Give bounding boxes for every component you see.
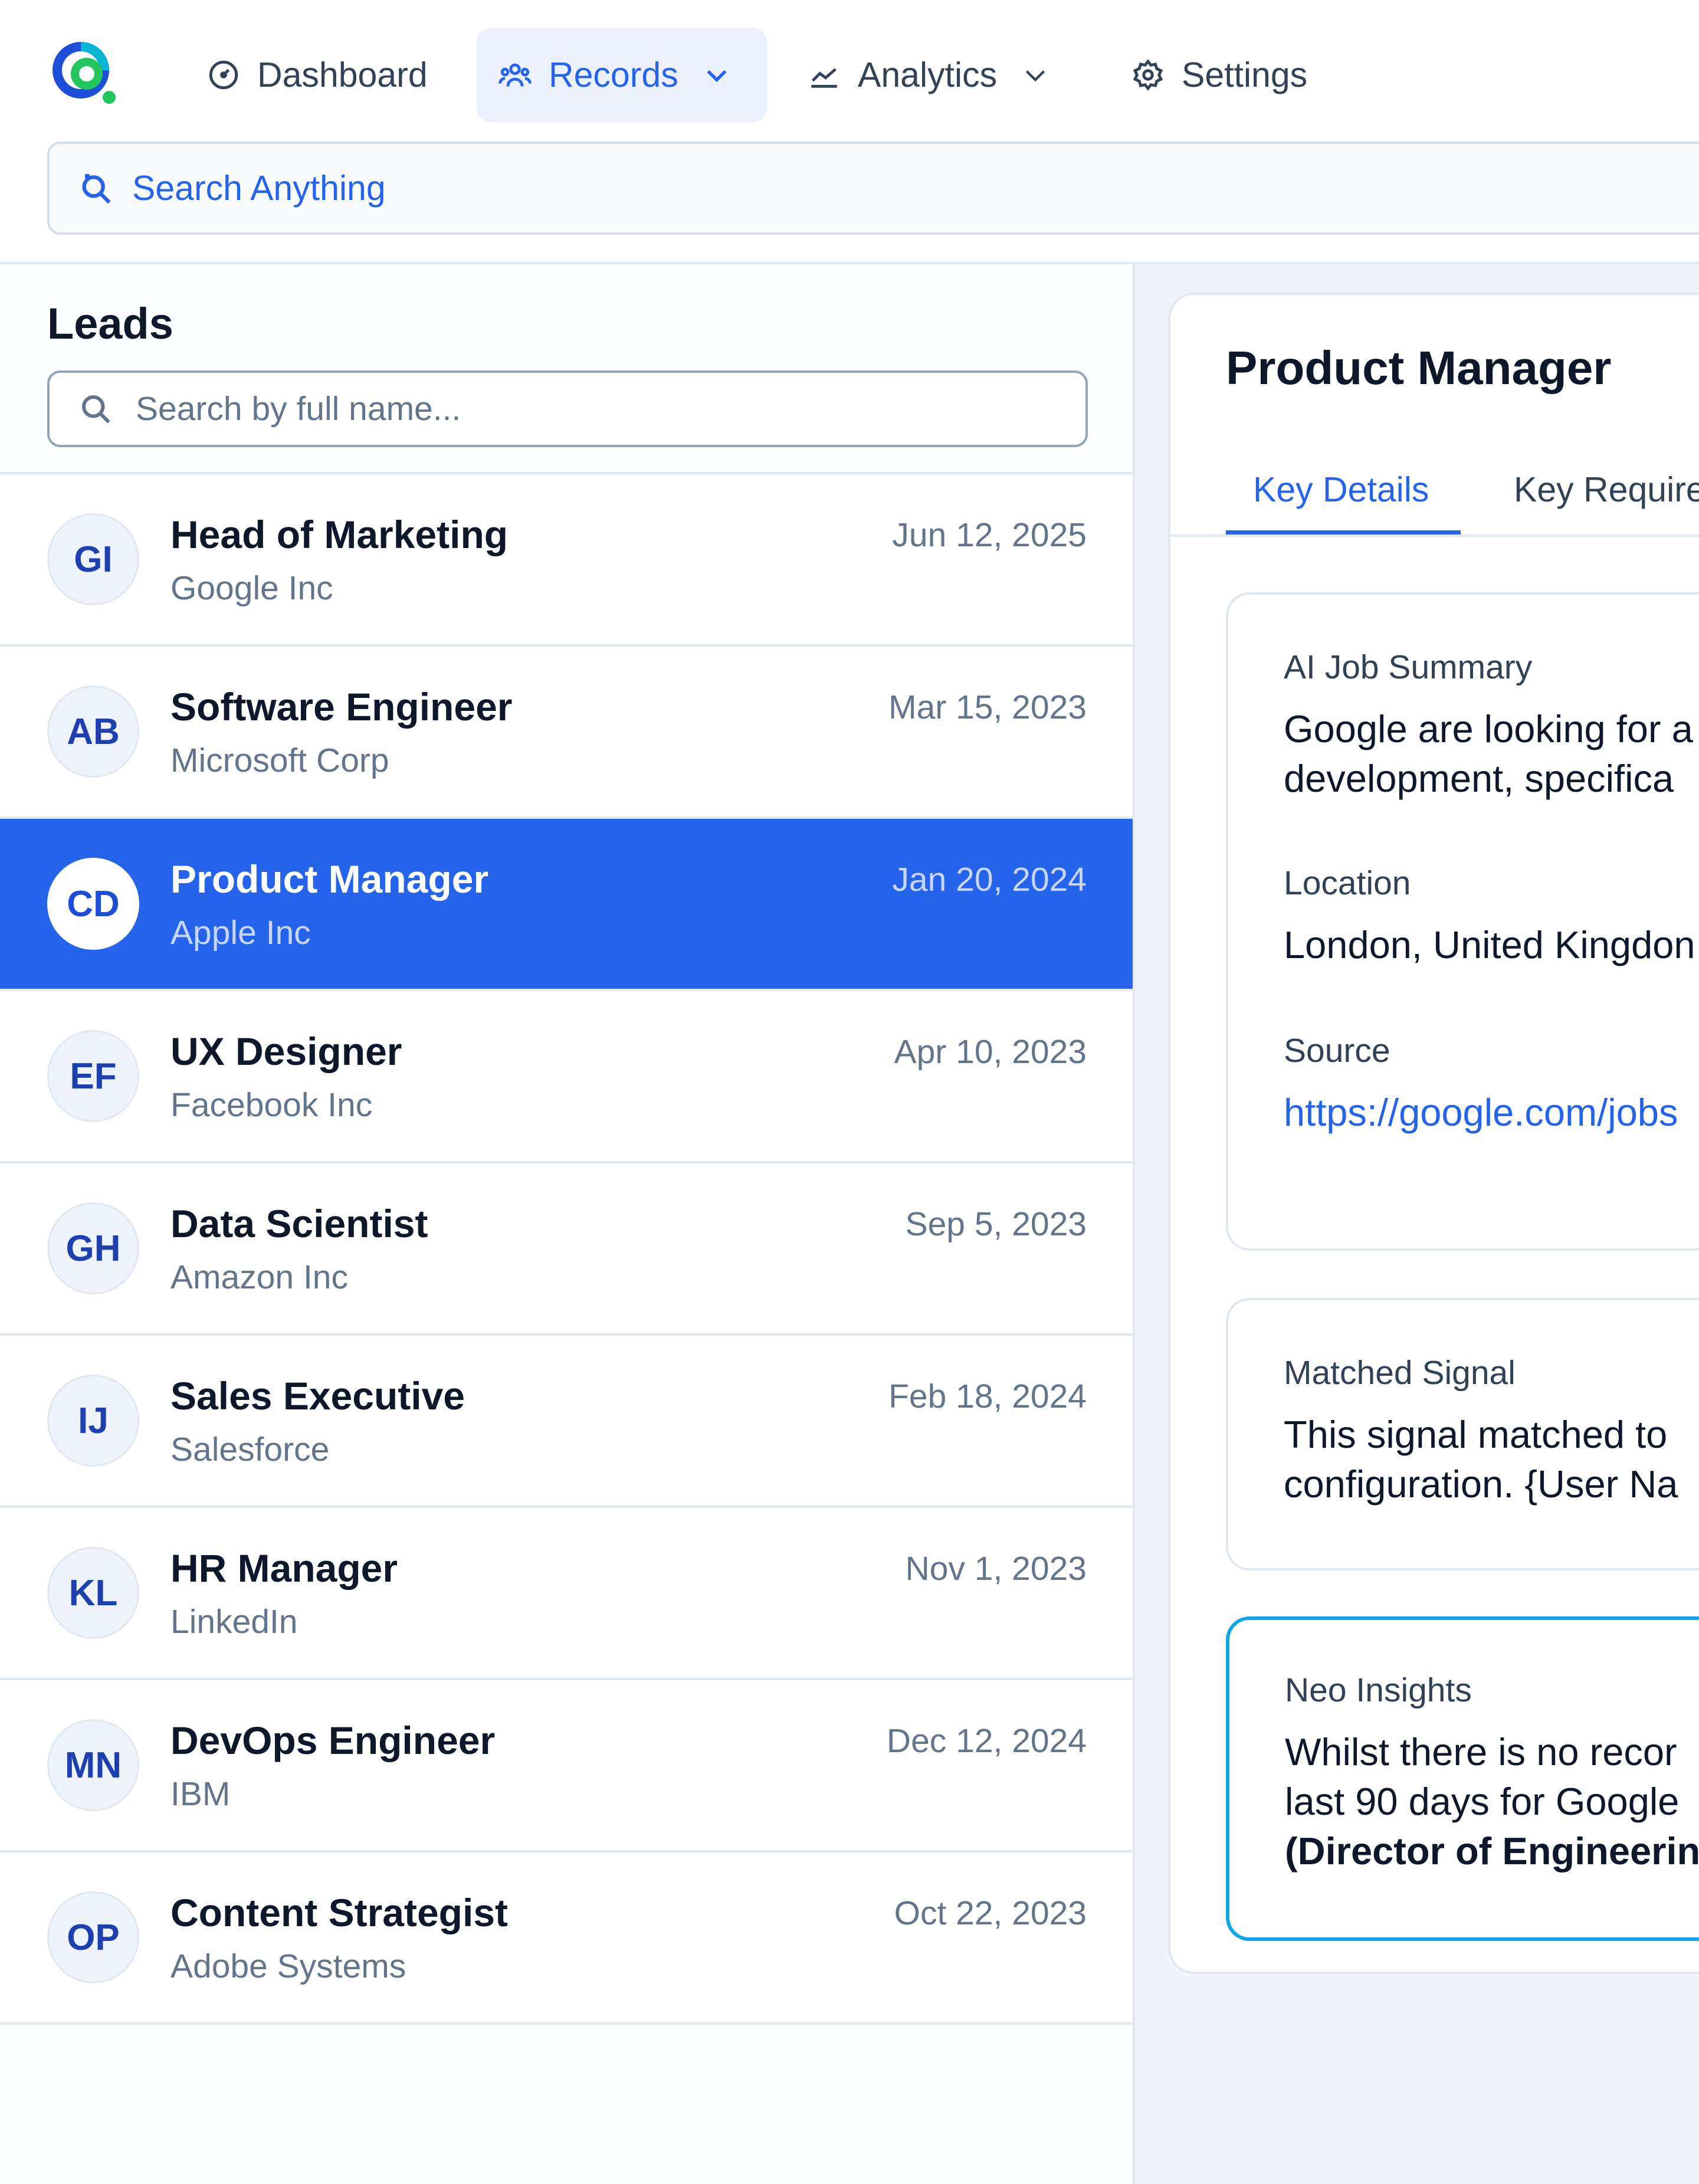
ai-job-summary-label: AI Job Summary	[1284, 648, 1533, 686]
matched-signal-label: Matched Signal	[1284, 1354, 1516, 1392]
lead-row[interactable]: GH Data Scientist Amazon Inc Sep 5, 2023	[0, 1163, 1133, 1336]
lead-row[interactable]: OP Content Strategist Adobe Systems Oct …	[0, 1852, 1133, 2025]
avatar: GI	[47, 513, 139, 605]
leads-search-box[interactable]	[47, 370, 1088, 447]
avatar: MN	[47, 1719, 139, 1811]
matched-signal-line: configuration. {User Na	[1284, 1462, 1678, 1506]
lead-title: Sales Executive	[170, 1374, 465, 1418]
leads-search-input[interactable]	[135, 389, 1022, 429]
lead-company: Amazon Inc	[170, 1258, 348, 1296]
nav-settings[interactable]: Settings	[1131, 28, 1307, 122]
lead-company: Facebook Inc	[170, 1086, 373, 1124]
source-label: Source	[1284, 1032, 1390, 1070]
matched-signal-card: Matched Signal This signal matched to co…	[1226, 1298, 1699, 1570]
neo-insights-line: last 90 days for Google	[1285, 1780, 1680, 1823]
gauge-icon	[206, 58, 241, 92]
matched-signal-line: This signal matched to	[1284, 1413, 1668, 1456]
lead-title: DevOps Engineer	[170, 1719, 496, 1762]
location-value: London, United Kingdon	[1284, 923, 1695, 966]
ai-job-summary-line: Google are looking for a	[1284, 707, 1693, 750]
detail-title: Product Manager	[1226, 342, 1612, 394]
detail-tabs: Key Details Key Require	[1170, 448, 1699, 537]
lead-company: Adobe Systems	[170, 1947, 406, 1985]
lead-date: Nov 1, 2023	[905, 1550, 1087, 1588]
active-tab-indicator	[1226, 530, 1461, 534]
lead-title: UX Designer	[170, 1029, 402, 1073]
global-search-bar[interactable]: Search Anything	[47, 142, 1699, 235]
nav-records-label: Records	[549, 55, 678, 94]
job-summary-card: AI Job Summary Google are looking for a …	[1226, 592, 1699, 1251]
avatar: GH	[47, 1202, 139, 1294]
neo-insights-line: (Director of Engineerin	[1285, 1829, 1699, 1873]
lead-title: Head of Marketing	[170, 513, 509, 556]
avatar: EF	[47, 1030, 139, 1122]
source-link[interactable]: https://google.com/jobs	[1284, 1088, 1678, 1137]
tab-key-requirements[interactable]: Key Require	[1514, 470, 1699, 510]
lead-row[interactable]: MN DevOps Engineer IBM Dec 12, 2024	[0, 1680, 1133, 1852]
lead-company: IBM	[170, 1775, 231, 1813]
chevron-down-icon[interactable]	[702, 60, 732, 90]
lead-row[interactable]: IJ Sales Executive Salesforce Feb 18, 20…	[0, 1336, 1133, 1508]
location-label: Location	[1284, 864, 1411, 902]
chart-line-icon	[807, 58, 841, 92]
search-icon	[82, 395, 110, 424]
lead-row[interactable]: KL HR Manager LinkedIn Nov 1, 2023	[0, 1508, 1133, 1680]
search-sparkle-icon	[82, 174, 111, 204]
chevron-down-icon[interactable]	[1021, 60, 1050, 90]
lead-date: Jun 12, 2025	[892, 516, 1087, 554]
lead-date: Apr 10, 2023	[894, 1033, 1087, 1071]
lead-title: Content Strategist	[170, 1891, 509, 1934]
lead-date: Jan 20, 2024	[892, 861, 1087, 898]
top-navigation: Dashboard Records Analytics Settings Sea…	[0, 0, 1699, 263]
users-icon	[498, 58, 532, 92]
lead-title: Data Scientist	[170, 1202, 428, 1245]
lead-company: Microsoft Corp	[170, 742, 389, 779]
lead-date: Sep 5, 2023	[905, 1205, 1087, 1243]
nav-settings-label: Settings	[1182, 55, 1308, 94]
lead-title: HR Manager	[170, 1546, 398, 1590]
nav-records[interactable]: Records	[477, 28, 767, 122]
neo-insights-line: Whilst there is no recor	[1285, 1730, 1677, 1773]
nav-dashboard-label: Dashboard	[257, 55, 428, 94]
lead-title: Product Manager	[170, 857, 489, 901]
avatar: OP	[47, 1891, 139, 1983]
lead-list: GI Head of Marketing Google Inc Jun 12, …	[0, 474, 1133, 2025]
avatar: IJ	[47, 1375, 139, 1467]
lead-row[interactable]: AB Software Engineer Microsoft Corp Mar …	[0, 647, 1133, 819]
neo-insights-card: Neo Insights Whilst there is no recor la…	[1226, 1616, 1699, 1941]
lead-company: Salesforce	[170, 1431, 330, 1468]
lead-title: Software Engineer	[170, 685, 513, 729]
lead-row[interactable]: EF UX Designer Facebook Inc Apr 10, 2023	[0, 991, 1133, 1163]
lead-detail-card: Product Manager Key Details Key Require …	[1168, 293, 1699, 1974]
ai-job-summary-line: development, specifica	[1284, 757, 1674, 800]
tab-key-details[interactable]: Key Details	[1253, 470, 1429, 510]
lead-date: Dec 12, 2024	[886, 1722, 1087, 1760]
lead-company: Google Inc	[170, 569, 333, 607]
lead-row[interactable]: GI Head of Marketing Google Inc Jun 12, …	[0, 474, 1133, 647]
leads-panel: Leads GI Head of Marketing Google Inc Ju…	[0, 264, 1133, 2184]
leads-title: Leads	[47, 299, 173, 348]
lead-row-selected[interactable]: CD Product Manager Apple Inc Jan 20, 202…	[0, 819, 1133, 991]
global-search-placeholder: Search Anything	[132, 169, 386, 208]
avatar: CD	[47, 858, 139, 950]
neo-insights-label: Neo Insights	[1285, 1671, 1472, 1709]
gear-icon	[1131, 58, 1165, 92]
avatar: AB	[47, 686, 139, 778]
nav-dashboard[interactable]: Dashboard	[206, 28, 428, 122]
lead-company: Apple Inc	[170, 914, 311, 952]
nav-analytics-label: Analytics	[858, 55, 998, 94]
nav-analytics[interactable]: Analytics	[807, 28, 1050, 122]
lead-company: LinkedIn	[170, 1603, 298, 1641]
avatar: KL	[47, 1547, 139, 1639]
lead-date: Oct 22, 2023	[894, 1894, 1087, 1932]
app-logo-icon[interactable]	[45, 35, 126, 115]
lead-date: Feb 18, 2024	[888, 1378, 1087, 1415]
lead-date: Mar 15, 2023	[888, 688, 1087, 726]
